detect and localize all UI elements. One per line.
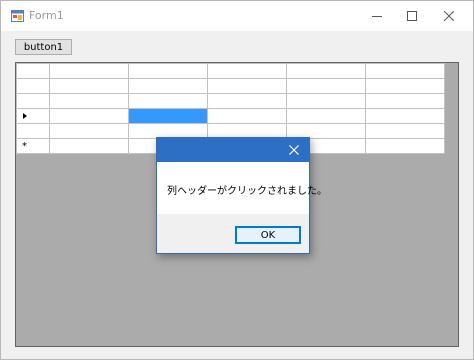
grid-cell[interactable] xyxy=(49,138,129,154)
grid-cell[interactable] xyxy=(286,108,366,124)
grid-cell[interactable] xyxy=(49,108,129,124)
grid-cell[interactable] xyxy=(365,138,445,154)
grid-cell-selected[interactable] xyxy=(128,108,208,124)
minimize-icon xyxy=(372,16,382,17)
message-box-title-bar[interactable] xyxy=(157,138,309,162)
grid-cell[interactable] xyxy=(365,108,445,124)
table-row xyxy=(16,63,445,79)
new-row-star-icon: * xyxy=(22,141,27,152)
grid-cell[interactable] xyxy=(207,78,287,94)
column-header[interactable] xyxy=(286,63,366,79)
row-header[interactable] xyxy=(16,78,50,94)
title-bar[interactable]: Form1 xyxy=(1,1,473,31)
grid-cell[interactable] xyxy=(207,93,287,109)
maximize-button[interactable] xyxy=(394,1,430,31)
row-header-current[interactable] xyxy=(16,108,50,124)
grid-cell[interactable] xyxy=(207,108,287,124)
close-icon xyxy=(444,11,454,21)
grid-cell[interactable] xyxy=(365,123,445,139)
grid-cell[interactable] xyxy=(286,93,366,109)
grid-cell[interactable] xyxy=(365,93,445,109)
button1[interactable]: button1 xyxy=(15,39,72,55)
grid-cell[interactable] xyxy=(49,78,129,94)
minimize-button[interactable] xyxy=(359,1,395,31)
column-header[interactable] xyxy=(207,63,287,79)
message-text: 列ヘッダーがクリックされました。 xyxy=(167,186,327,197)
message-box-body: 列ヘッダーがクリックされました。 xyxy=(157,162,327,214)
top-left-header-cell[interactable] xyxy=(16,63,50,79)
grid-cell[interactable] xyxy=(365,78,445,94)
grid-cell[interactable] xyxy=(128,93,208,109)
column-header[interactable] xyxy=(128,63,208,79)
grid-cell[interactable] xyxy=(49,93,129,109)
main-window: Form1 button1 * 列ヘッダーがクリックされました。 OK xyxy=(0,0,474,360)
table-row xyxy=(16,108,445,124)
table-row xyxy=(16,78,445,94)
window-title: Form1 xyxy=(29,9,64,22)
row-header-new[interactable]: * xyxy=(16,138,50,154)
row-header[interactable] xyxy=(16,123,50,139)
close-button[interactable] xyxy=(431,1,467,31)
grid-cell[interactable] xyxy=(286,78,366,94)
message-box: 列ヘッダーがクリックされました。 OK xyxy=(156,137,327,254)
message-box-close-button[interactable] xyxy=(279,138,309,162)
row-pointer-icon xyxy=(23,113,27,119)
column-header[interactable] xyxy=(365,63,445,79)
grid-cell[interactable] xyxy=(49,123,129,139)
maximize-icon xyxy=(407,11,417,21)
form-app-icon xyxy=(11,10,24,22)
grid-cell[interactable] xyxy=(128,78,208,94)
row-header[interactable] xyxy=(16,93,50,109)
close-icon xyxy=(289,145,299,155)
ok-button[interactable]: OK xyxy=(235,226,301,244)
table-row xyxy=(16,93,445,109)
column-header[interactable] xyxy=(49,63,129,79)
